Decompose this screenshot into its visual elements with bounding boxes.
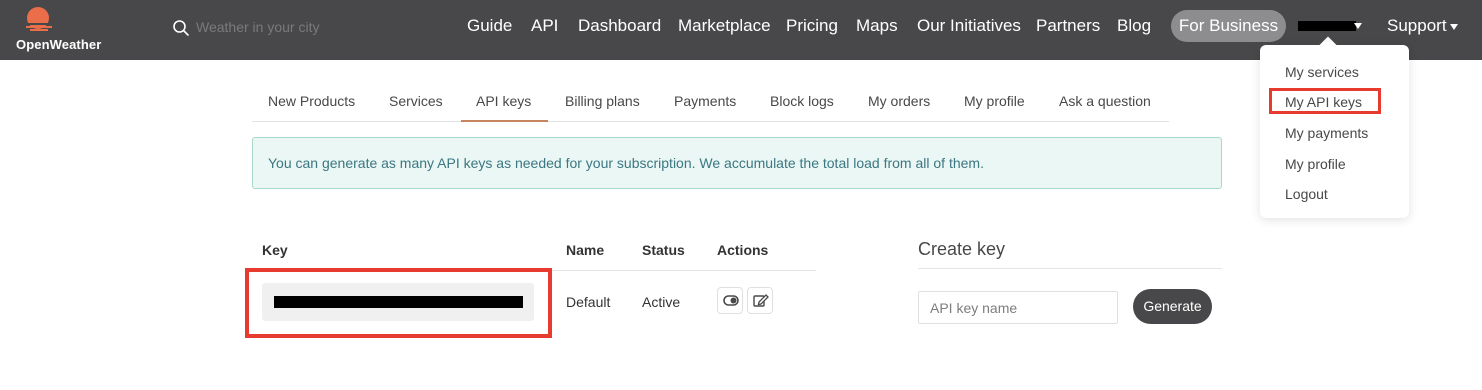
search-box <box>172 16 432 40</box>
caret-down-icon <box>1354 23 1362 29</box>
toggle-key-button[interactable] <box>717 287 743 314</box>
highlight-box <box>245 268 552 338</box>
create-key-title: Create key <box>918 239 1006 259</box>
openweather-logo[interactable]: OpenWeather <box>16 6 116 52</box>
dropdown-item-my-payments[interactable]: My payments <box>1285 124 1368 142</box>
tab-block-logs[interactable]: Block logs <box>770 93 834 109</box>
toggle-icon <box>723 295 739 306</box>
key-name-cell: Default <box>566 294 611 310</box>
tab-my-profile[interactable]: My profile <box>964 93 1025 109</box>
nav-guide[interactable]: Guide <box>467 15 512 37</box>
nav-dashboard[interactable]: Dashboard <box>578 15 661 37</box>
highlight-box <box>1269 88 1381 114</box>
account-subnav: New Products Services API keys Billing p… <box>252 88 1169 122</box>
user-dropdown-menu: My services My API keys My payments My p… <box>1260 36 1409 218</box>
tab-ask-a-question[interactable]: Ask a question <box>1059 93 1151 109</box>
support-label: Support <box>1387 16 1447 35</box>
logo-text: OpenWeather <box>16 37 102 52</box>
nav-our-initiatives[interactable]: Our Initiatives <box>917 15 1021 37</box>
tab-payments[interactable]: Payments <box>674 93 736 109</box>
tab-api-keys[interactable]: API keys <box>476 93 531 109</box>
tab-billing-plans[interactable]: Billing plans <box>565 93 640 109</box>
nav-api[interactable]: API <box>531 15 558 37</box>
nav-pricing[interactable]: Pricing <box>786 15 838 37</box>
edit-icon <box>753 294 769 307</box>
info-alert: You can generate as many API keys as nee… <box>252 137 1222 189</box>
caret-down-icon <box>1449 23 1458 30</box>
column-header-status: Status <box>642 242 685 258</box>
redacted-username <box>1298 21 1356 31</box>
tab-services[interactable]: Services <box>389 93 443 109</box>
create-key-divider <box>918 268 1222 269</box>
column-header-name: Name <box>566 242 605 258</box>
dropdown-item-my-profile[interactable]: My profile <box>1285 155 1346 173</box>
nav-marketplace[interactable]: Marketplace <box>678 15 771 37</box>
tab-my-orders[interactable]: My orders <box>868 93 930 109</box>
column-header-key: Key <box>262 242 288 258</box>
api-key-name-input[interactable] <box>918 291 1118 324</box>
column-header-actions: Actions <box>717 242 769 258</box>
search-input[interactable] <box>196 16 416 38</box>
for-business-button[interactable]: For Business <box>1171 10 1286 42</box>
generate-button[interactable]: Generate <box>1133 289 1212 324</box>
support-menu[interactable]: Support <box>1387 15 1458 37</box>
tab-new-products[interactable]: New Products <box>268 93 355 109</box>
nav-partners[interactable]: Partners <box>1036 15 1100 37</box>
key-status-cell: Active <box>642 294 681 310</box>
search-icon[interactable] <box>172 19 190 37</box>
edit-key-button[interactable] <box>747 287 773 314</box>
active-tab-indicator <box>461 120 548 122</box>
dropdown-item-my-services[interactable]: My services <box>1285 63 1359 81</box>
nav-maps[interactable]: Maps <box>856 15 898 37</box>
nav-blog[interactable]: Blog <box>1117 15 1151 37</box>
dropdown-item-logout[interactable]: Logout <box>1285 185 1328 203</box>
sun-logo-icon <box>26 7 52 31</box>
